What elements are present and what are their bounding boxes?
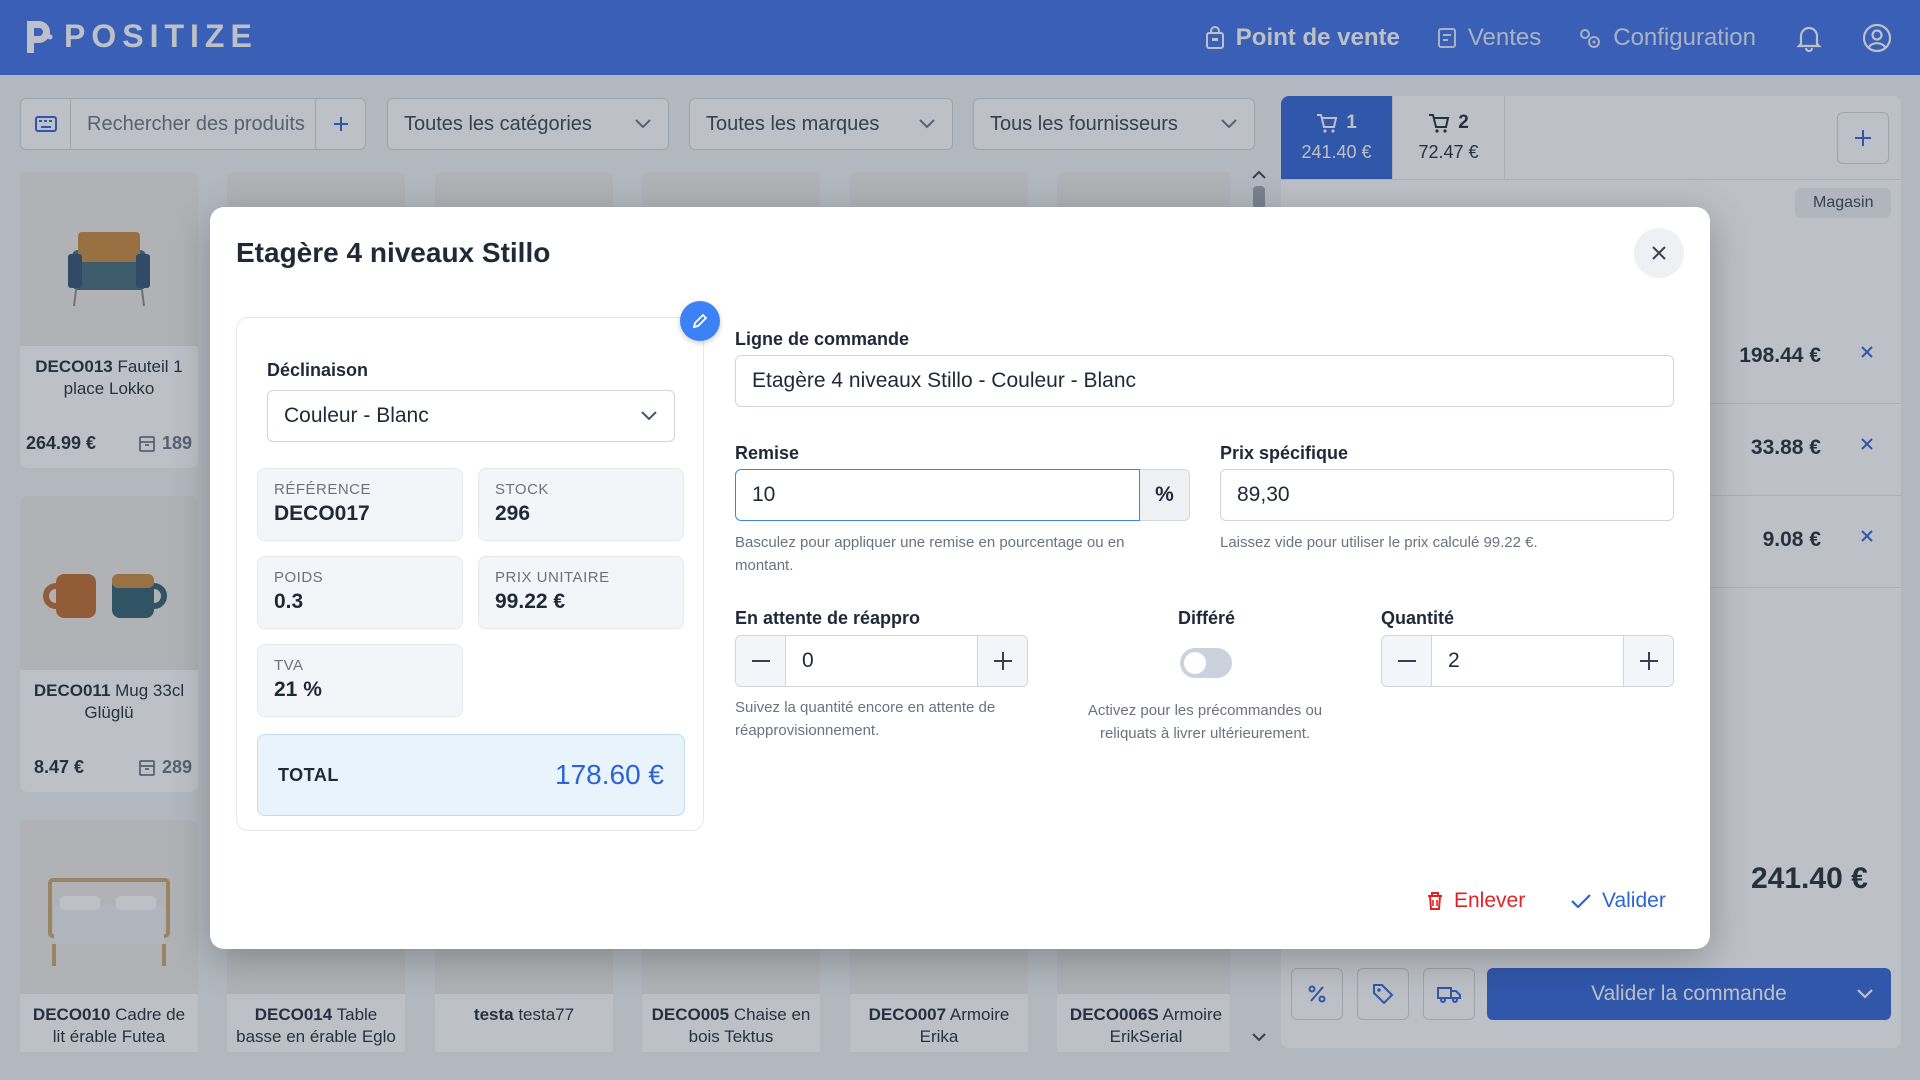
stat-value: 99.22 € [495, 590, 566, 613]
pencil-icon [692, 313, 708, 329]
plus-icon [993, 652, 1012, 670]
stat-label: STOCK [495, 481, 549, 498]
validate-label: Valider [1602, 889, 1666, 912]
deferred-help: Activez pour les précommandes ou reliqua… [1087, 702, 1323, 742]
total-value: 178.60 € [555, 759, 664, 790]
edit-product-button[interactable] [680, 301, 720, 341]
modal-title: Etagère 4 niveaux Stillo [236, 237, 551, 268]
variant-value: Couleur - Blanc [284, 404, 429, 427]
check-icon [1571, 894, 1591, 909]
close-icon [1652, 246, 1666, 260]
stat-label: TVA [274, 657, 304, 674]
close-modal-button[interactable] [1634, 228, 1684, 278]
deferred-toggle[interactable] [1180, 648, 1232, 678]
order-line-label: Ligne de commande [735, 329, 910, 349]
product-info-card: Déclinaison Couleur - Blanc RÉFÉRENCE DE… [236, 317, 704, 831]
discount-input[interactable]: 10 [735, 469, 1140, 521]
decrement-button[interactable] [736, 636, 786, 686]
backorder-stepper: 0 [735, 635, 1028, 687]
increment-button[interactable] [977, 636, 1027, 686]
backorder-help: Suivez la quantité encore en attente de … [735, 699, 996, 739]
decrement-button[interactable] [1382, 636, 1432, 686]
quantity-label: Quantité [1381, 608, 1455, 628]
deferred-label: Différé [1178, 608, 1236, 628]
specific-price-label: Prix spécifique [1220, 443, 1349, 463]
validate-line-button[interactable]: Valider [1570, 889, 1666, 913]
quantity-input[interactable]: 2 [1432, 636, 1623, 686]
minus-icon [1397, 660, 1416, 662]
variant-select[interactable]: Couleur - Blanc [267, 390, 675, 442]
order-line-input[interactable]: Etagère 4 niveaux Stillo - Couleur - Bla… [735, 355, 1674, 407]
remove-label: Enlever [1454, 889, 1526, 912]
chevron-down-icon [641, 411, 657, 421]
stat-label: RÉFÉRENCE [274, 481, 372, 498]
stat-value: DECO017 [274, 502, 370, 525]
quantity-stepper: 2 [1381, 635, 1674, 687]
toggle-knob [1184, 652, 1206, 674]
minus-icon [751, 660, 770, 662]
stat-value: 21 % [274, 678, 322, 701]
stat-value: 0.3 [274, 590, 304, 613]
line-total: TOTAL 178.60 € [257, 734, 685, 816]
backorder-input[interactable]: 0 [786, 636, 977, 686]
vat-stat: TVA 21 % [257, 644, 463, 717]
unit-price-stat: PRIX UNITAIRE 99.22 € [478, 556, 684, 629]
specific-price-input[interactable]: 89,30 [1220, 469, 1674, 521]
increment-button[interactable] [1623, 636, 1673, 686]
stat-value: 296 [495, 502, 531, 525]
discount-label: Remise [735, 443, 800, 463]
total-label: TOTAL [278, 764, 339, 785]
weight-stat: POIDS 0.3 [257, 556, 463, 629]
reference-stat: RÉFÉRENCE DECO017 [257, 468, 463, 541]
discount-type-toggle[interactable]: % [1140, 469, 1190, 521]
backorder-label: En attente de réappro [735, 608, 921, 628]
order-line-modal: Etagère 4 niveaux Stillo Déclinaison Cou… [210, 207, 1710, 949]
variant-label: Déclinaison [267, 360, 369, 380]
plus-icon [1639, 652, 1658, 670]
specific-price-help: Laissez vide pour utiliser le prix calcu… [1220, 534, 1538, 551]
remove-line-button[interactable]: Enlever [1426, 889, 1525, 913]
stock-stat: STOCK 296 [478, 468, 684, 541]
stat-label: POIDS [274, 569, 324, 586]
trash-icon [1428, 892, 1442, 910]
discount-help: Basculez pour appliquer une remise en po… [735, 534, 1125, 574]
stat-label: PRIX UNITAIRE [495, 569, 610, 586]
